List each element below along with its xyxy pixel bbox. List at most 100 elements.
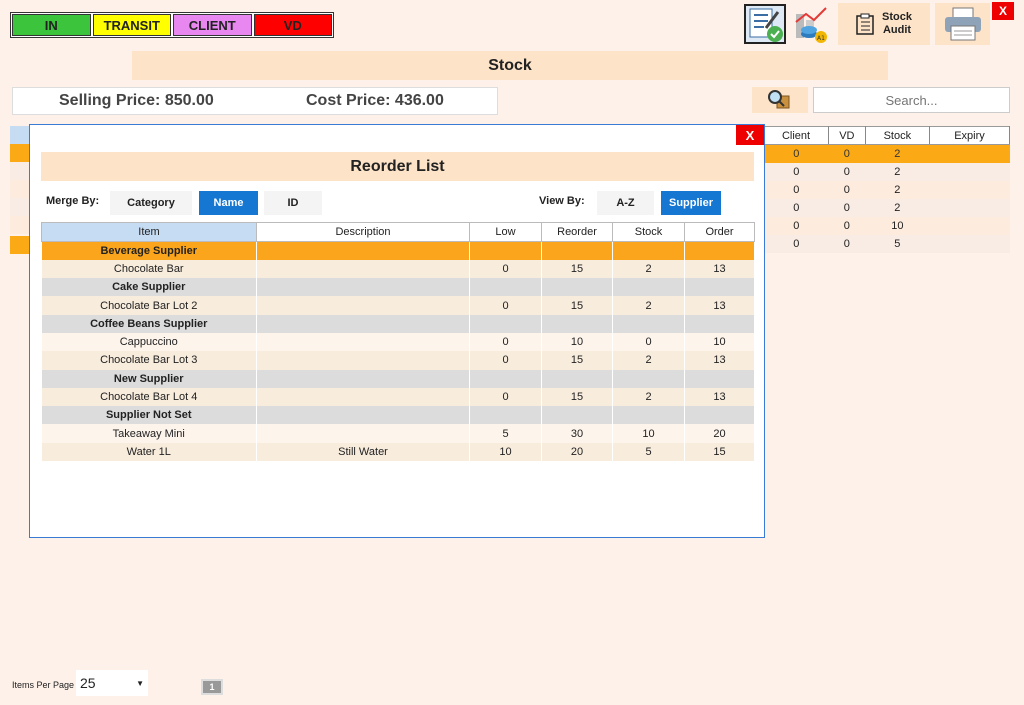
cost-price: Cost Price: 436.00: [306, 92, 444, 109]
merge-by-id-button[interactable]: ID: [264, 191, 322, 215]
cell: 0: [828, 144, 866, 163]
page-title: Stock: [132, 51, 888, 80]
stock-audit-button[interactable]: Stock Audit: [838, 3, 930, 45]
price-summary: Selling Price: 850.00 Cost Price: 436.00: [12, 87, 498, 115]
cell: 0: [828, 216, 866, 235]
items-per-page-select[interactable]: 25 ▼: [76, 670, 148, 696]
column-header[interactable]: VD: [828, 126, 866, 145]
supplier-name: Beverage Supplier: [41, 241, 257, 260]
item-name: Cappuccino: [41, 332, 257, 352]
view-by-supplier-button[interactable]: Supplier: [661, 191, 721, 215]
supplier-group-row[interactable]: Supplier Not Set: [41, 406, 755, 425]
item-reorder: 15: [541, 296, 613, 315]
item-order: 10: [684, 332, 755, 352]
supplier-group-row[interactable]: New Supplier: [41, 369, 755, 388]
item-description: [256, 351, 470, 370]
column-header-reorder[interactable]: Reorder: [541, 222, 613, 242]
reorder-table: Item Description Low Reorder Stock Order…: [41, 222, 755, 462]
legend-in[interactable]: IN: [12, 14, 91, 36]
column-header-low[interactable]: Low: [469, 222, 542, 242]
selling-price: Selling Price: 850.00: [59, 92, 214, 109]
cell: 0: [828, 180, 866, 199]
item-stock: 5: [612, 442, 685, 462]
supplier-name: Cake Supplier: [41, 278, 257, 297]
item-stock: 10: [612, 424, 685, 443]
search-input[interactable]: [813, 87, 1010, 113]
close-dialog-button[interactable]: X: [736, 125, 764, 145]
svg-text:A1: A1: [817, 35, 825, 42]
cell: 2: [865, 180, 930, 199]
table-row[interactable]: Water 1L Still Water 10 20 5 15: [41, 442, 755, 462]
merge-by-category-button[interactable]: Category: [110, 191, 192, 215]
supplier-group-row[interactable]: Cake Supplier: [41, 278, 755, 297]
item-low: 0: [469, 351, 542, 370]
item-order: 15: [684, 442, 755, 462]
item-description: Still Water: [256, 442, 470, 462]
item-reorder: 10: [541, 332, 613, 352]
item-order: 20: [684, 424, 755, 443]
edit-approve-button[interactable]: [743, 3, 787, 45]
item-order: 13: [684, 296, 755, 315]
column-header-order[interactable]: Order: [684, 222, 755, 242]
item-lookup-button[interactable]: [752, 87, 808, 113]
item-reorder: 15: [541, 387, 613, 407]
column-header[interactable]: Expiry: [929, 126, 1010, 145]
legend-transit[interactable]: TRANSIT: [92, 14, 171, 36]
merge-by-label: Merge By:: [46, 195, 100, 207]
merge-by-name-button[interactable]: Name: [199, 191, 258, 215]
item-low: 5: [469, 424, 542, 443]
legend-client[interactable]: CLIENT: [173, 14, 252, 36]
cell: 0: [764, 234, 829, 253]
item-low: 0: [469, 332, 542, 352]
table-row[interactable]: Chocolate Bar 0 15 2 13: [41, 259, 755, 279]
view-by-az-button[interactable]: A-Z: [597, 191, 654, 215]
column-header[interactable]: Stock: [865, 126, 931, 145]
column-header-item[interactable]: Item: [41, 222, 257, 242]
table-row[interactable]: 002: [764, 162, 1010, 181]
items-per-page-label: Items Per Page: [12, 680, 75, 690]
bg-row-marker: [10, 180, 30, 198]
column-header-stock[interactable]: Stock: [612, 222, 685, 242]
item-name: Chocolate Bar Lot 2: [41, 296, 257, 315]
item-stock: 2: [612, 259, 685, 279]
dialog-title: Reorder List: [41, 152, 754, 181]
page-button[interactable]: 1: [201, 679, 223, 695]
table-row[interactable]: 0 0 10: [764, 216, 1010, 235]
table-row[interactable]: Chocolate Bar Lot 4 0 15 2 13: [41, 387, 755, 407]
view-by-label: View By:: [539, 195, 585, 207]
cell: [929, 180, 1010, 199]
cell: [929, 234, 1010, 253]
cell: 0: [828, 198, 866, 217]
table-row[interactable]: 002: [764, 144, 1010, 163]
item-description: [256, 424, 470, 443]
item-order: 13: [684, 387, 755, 407]
table-row[interactable]: 002: [764, 198, 1010, 217]
column-header-description[interactable]: Description: [256, 222, 470, 242]
table-row[interactable]: Chocolate Bar Lot 2 0 15 2 13: [41, 296, 755, 315]
item-low: 0: [469, 387, 542, 407]
column-header[interactable]: Client: [764, 126, 830, 145]
item-low: 0: [469, 296, 542, 315]
stock-audit-label-1: Stock: [882, 11, 912, 23]
item-stock: 0: [612, 332, 685, 352]
table-row[interactable]: Chocolate Bar Lot 3 0 15 2 13: [41, 351, 755, 370]
item-name: Chocolate Bar: [41, 259, 257, 279]
item-name: Water 1L: [41, 442, 257, 462]
supplier-name: Coffee Beans Supplier: [41, 314, 257, 333]
bg-row-marker: [10, 198, 30, 216]
cell: [929, 198, 1010, 217]
stock-audit-label-2: Audit: [882, 24, 912, 36]
print-button[interactable]: [935, 3, 990, 45]
table-row[interactable]: 005: [764, 234, 1010, 253]
close-window-button[interactable]: X: [992, 2, 1014, 20]
table-row[interactable]: Takeaway Mini 5 30 10 20: [41, 424, 755, 443]
legend-vd[interactable]: VD: [253, 14, 332, 36]
supplier-group-row[interactable]: Coffee Beans Supplier: [41, 314, 755, 333]
table-row[interactable]: Cappuccino 0 10 0 10: [41, 332, 755, 352]
table-row[interactable]: 002: [764, 180, 1010, 199]
cell: [929, 216, 1010, 235]
stock-chart-button[interactable]: A1: [791, 3, 833, 45]
item-description: [256, 296, 470, 315]
status-legend: IN TRANSIT CLIENT VD: [10, 12, 334, 38]
supplier-group-row[interactable]: Beverage Supplier: [41, 241, 755, 260]
